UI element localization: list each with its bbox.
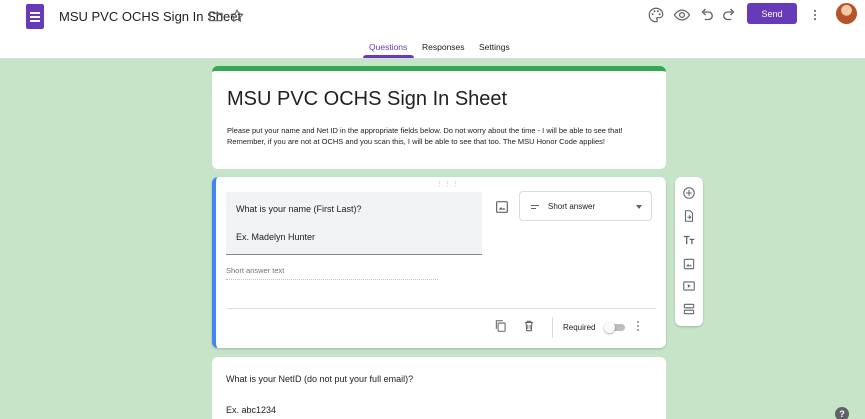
- card-footer-divider: [226, 308, 656, 309]
- folder-icon[interactable]: [208, 8, 224, 24]
- question-title-field[interactable]: What is your name (First Last)? Ex. Made…: [226, 192, 482, 255]
- avatar[interactable]: [836, 3, 857, 24]
- form-title-card[interactable]: MSU PVC OCHS Sign In Sheet Please put yo…: [212, 66, 666, 169]
- drag-handle-icon[interactable]: ⋮⋮⋮: [436, 180, 460, 188]
- form-title[interactable]: MSU PVC OCHS Sign In Sheet: [227, 88, 507, 111]
- question-card-name[interactable]: ⋮⋮⋮ What is your name (First Last)? Ex. …: [212, 177, 666, 348]
- tabs-divider: [0, 58, 865, 59]
- tab-settings[interactable]: Settings: [479, 42, 510, 52]
- answer-underline: [226, 279, 438, 280]
- short-answer-lines-icon: [529, 201, 541, 213]
- required-label: Required: [563, 323, 596, 332]
- question-hint[interactable]: Ex. Madelyn Hunter: [236, 232, 315, 242]
- forms-logo-icon[interactable]: [26, 4, 44, 29]
- footer-vertical-divider: [552, 317, 553, 338]
- short-answer-placeholder: Short answer text: [226, 266, 285, 275]
- side-toolbar: [675, 177, 703, 326]
- help-icon[interactable]: ?: [835, 407, 849, 419]
- preview-eye-icon[interactable]: [673, 6, 691, 24]
- palette-icon[interactable]: [647, 6, 665, 24]
- copy-icon[interactable]: [494, 319, 508, 333]
- add-section-icon[interactable]: [682, 302, 696, 316]
- image-icon[interactable]: [494, 199, 510, 215]
- add-image-icon[interactable]: [682, 257, 696, 271]
- star-icon[interactable]: [229, 8, 245, 24]
- question-text: What is your NetID (do not put your full…: [226, 374, 414, 384]
- question-type-select[interactable]: Short answer: [519, 191, 652, 221]
- import-questions-icon[interactable]: [682, 209, 696, 223]
- form-tabs: Questions Responses Settings: [0, 38, 865, 58]
- title-text-icon[interactable]: [682, 233, 696, 247]
- redo-icon[interactable]: [720, 6, 738, 24]
- tab-questions[interactable]: Questions: [369, 42, 407, 52]
- question-hint: Ex. abc1234: [226, 405, 277, 415]
- question-text[interactable]: What is your name (First Last)?: [236, 204, 362, 214]
- undo-icon[interactable]: [698, 6, 716, 24]
- trash-icon[interactable]: [522, 319, 536, 333]
- more-vert-icon[interactable]: [636, 320, 640, 332]
- add-question-icon[interactable]: [682, 186, 696, 200]
- question-type-label: Short answer: [548, 202, 596, 211]
- required-toggle[interactable]: [604, 322, 625, 333]
- question-card-netid[interactable]: What is your NetID (do not put your full…: [212, 357, 666, 419]
- form-description[interactable]: Please put your name and Net ID in the a…: [227, 126, 652, 147]
- tab-responses[interactable]: Responses: [422, 42, 465, 52]
- add-video-icon[interactable]: [682, 279, 696, 293]
- more-vert-icon[interactable]: [808, 6, 822, 24]
- chevron-down-icon: [636, 205, 642, 209]
- send-button[interactable]: Send: [747, 3, 797, 24]
